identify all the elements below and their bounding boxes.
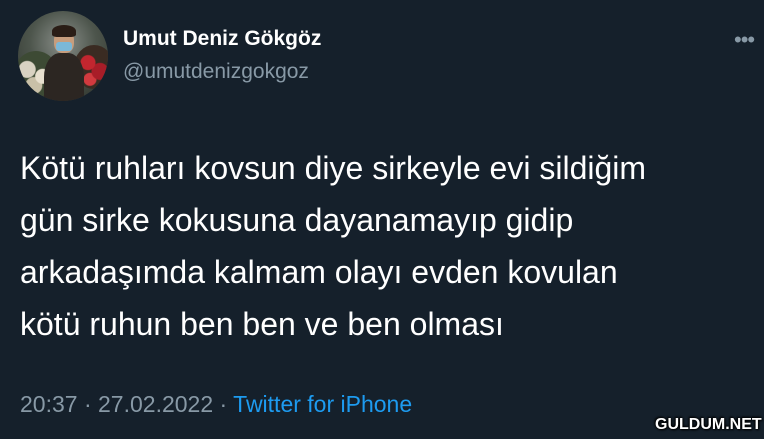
- more-horizontal-icon[interactable]: •••: [734, 29, 755, 51]
- avatar-person-mask: [56, 42, 72, 51]
- watermark-logo: GULDUM.NET: [655, 416, 762, 433]
- tweet-time[interactable]: 20:37: [20, 391, 78, 417]
- tweet-meta: 20:37 · 27.02.2022 · Twitter for iPhone: [20, 391, 412, 418]
- author-display-name[interactable]: Umut Deniz Gökgöz: [123, 27, 321, 51]
- tweet-text: Kötü ruhları kovsun diye sirkeyle evi si…: [20, 142, 760, 350]
- author-handle[interactable]: @umutdenizgokgoz: [123, 60, 309, 84]
- meta-separator: ·: [213, 391, 234, 417]
- tweet-date[interactable]: 27.02.2022: [98, 391, 213, 417]
- tweet-text-line: gün sirke kokusuna dayanamayıp gidip: [20, 202, 574, 238]
- avatar[interactable]: [18, 11, 108, 101]
- tweet-text-line: kötü ruhun ben ben ve ben olması: [20, 306, 504, 342]
- meta-separator: ·: [77, 391, 99, 417]
- tweet-card: Umut Deniz Gökgöz @umutdenizgokgoz ••• K…: [0, 0, 764, 439]
- tweet-source-link[interactable]: Twitter for iPhone: [233, 391, 412, 417]
- tweet-text-line: arkadaşımda kalmam olayı evden kovulan: [20, 254, 618, 290]
- tweet-text-line: Kötü ruhları kovsun diye sirkeyle evi si…: [20, 150, 647, 186]
- avatar-person-hair: [52, 25, 76, 37]
- avatar-person-body: [44, 53, 84, 101]
